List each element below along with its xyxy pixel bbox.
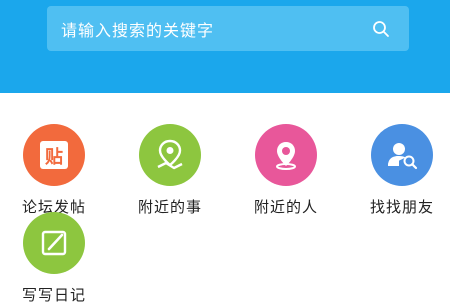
search-placeholder: 请输入搜索的关键字 [61, 20, 215, 40]
menu-item-forum-post[interactable]: 贴 论坛发帖 [4, 124, 104, 217]
post-icon-glyph: 贴 [45, 146, 63, 168]
menu-label-find-friends: 找找朋友 [369, 198, 434, 216]
menu-label-nearby-people: 附近的人 [253, 198, 318, 216]
location-pin-icon [255, 124, 317, 186]
search-icon[interactable] [371, 19, 391, 39]
menu-item-write-diary[interactable]: 写写日记 [4, 212, 104, 305]
diary-icon [23, 212, 85, 274]
top-header: 请输入搜索的关键字 [0, 0, 450, 93]
search-bar[interactable]: 请输入搜索的关键字 [47, 6, 409, 51]
menu-item-nearby-events[interactable]: 附近的事 [120, 124, 220, 217]
map-pin-icon [139, 124, 201, 186]
post-icon: 贴 [23, 124, 85, 186]
menu-item-nearby-people[interactable]: 附近的人 [236, 124, 336, 217]
menu-label-nearby-events: 附近的事 [137, 198, 202, 216]
menu-item-find-friends[interactable]: 找找朋友 [352, 124, 450, 217]
menu-label-write-diary: 写写日记 [21, 286, 86, 304]
find-friend-icon [371, 124, 433, 186]
